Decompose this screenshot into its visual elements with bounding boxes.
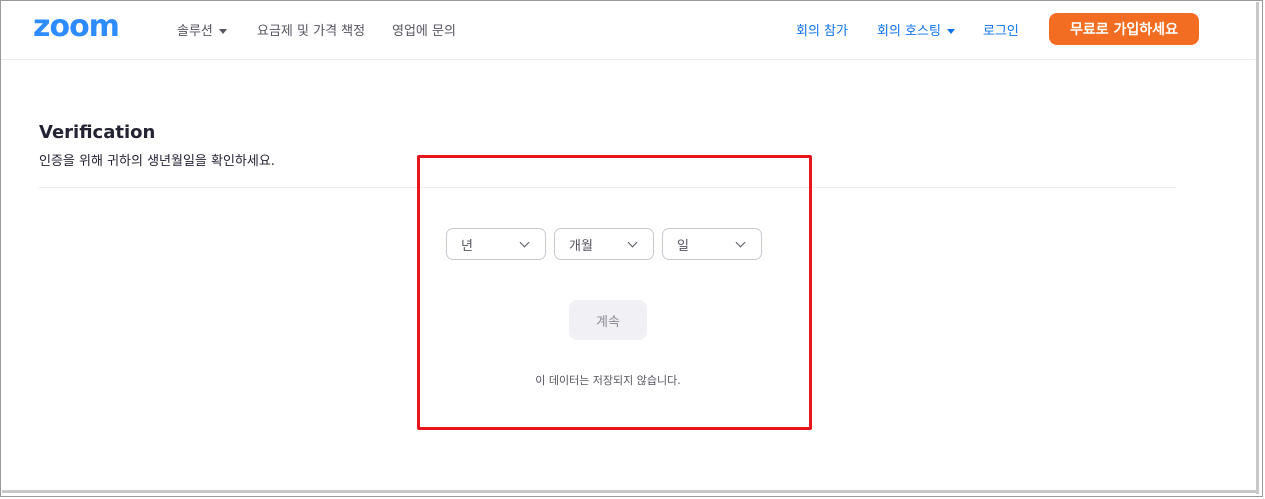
nav-sign-in[interactable]: 로그인 — [983, 20, 1019, 39]
window-shadow-bottom — [2, 490, 1259, 493]
page-title: Verification — [39, 122, 156, 143]
nav-host-meeting[interactable]: 회의 호스팅 — [877, 20, 955, 39]
nav-solutions-label: 솔루션 — [177, 24, 213, 39]
nav-host-meeting-label: 회의 호스팅 — [877, 24, 941, 39]
zoom-logo[interactable]: zoom — [33, 9, 120, 44]
signup-free-button[interactable]: 무료로 가입하세요 — [1049, 13, 1199, 45]
nav-join-meeting[interactable]: 회의 참가 — [796, 20, 848, 39]
page-subtitle: 인증을 위해 귀하의 생년월일을 확인하세요. — [39, 154, 275, 169]
nav-solutions[interactable]: 솔루션 — [177, 20, 227, 39]
nav-contact-sales[interactable]: 영업에 문의 — [392, 20, 456, 39]
caret-down-icon — [946, 29, 955, 34]
window-shadow-right — [1256, 2, 1259, 494]
caret-down-icon — [218, 29, 227, 34]
highlight-box — [417, 155, 812, 430]
top-navigation: zoom 솔루션 요금제 및 가격 책정 영업에 문의 회의 참가 회의 호스팅… — [1, 1, 1255, 60]
nav-plans-pricing[interactable]: 요금제 및 가격 책정 — [257, 20, 365, 39]
